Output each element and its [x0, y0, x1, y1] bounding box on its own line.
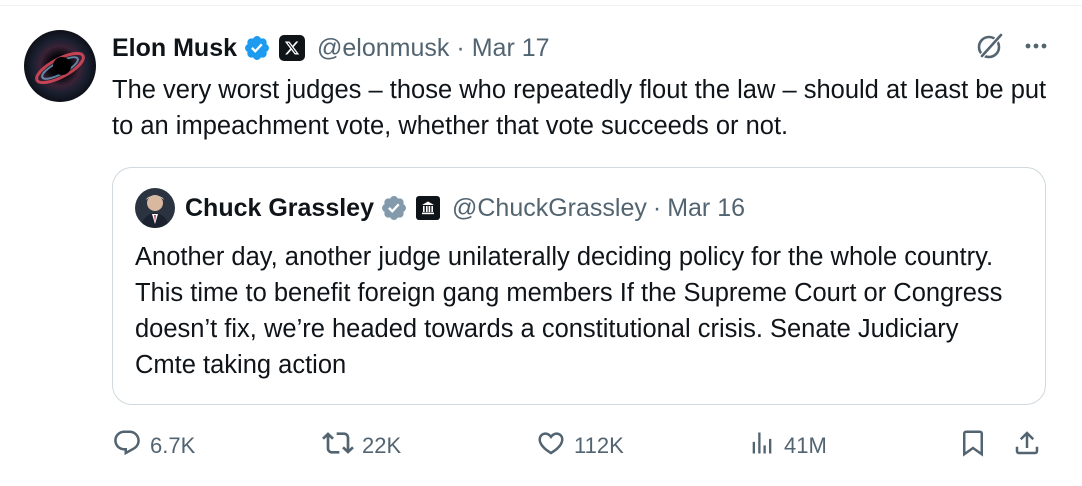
separator-dot: ·: [456, 33, 465, 62]
like-count: 112K: [574, 433, 624, 458]
quoted-date: Mar 16: [667, 193, 746, 222]
tweet-date[interactable]: Mar 17: [472, 34, 550, 63]
views-button[interactable]: 41M: [748, 426, 827, 466]
reply-button[interactable]: 6.7K: [112, 426, 195, 466]
more-icon[interactable]: [1022, 32, 1050, 60]
views-count: 41M: [784, 433, 827, 458]
reply-count: 6.7K: [150, 433, 196, 458]
x-affiliate-icon: [279, 35, 306, 61]
quoted-tweet[interactable]: Chuck Grassley @ChuckGrassley · Mar 16 A…: [112, 167, 1046, 405]
like-icon: [536, 428, 566, 464]
quoted-avatar: [135, 188, 175, 228]
like-button[interactable]: 112K: [536, 426, 624, 466]
author-handle[interactable]: @elonmusk: [317, 34, 449, 63]
bookmark-button[interactable]: [958, 426, 988, 466]
gray-verified-badge-icon: [380, 194, 408, 222]
verified-badge-icon: [243, 34, 271, 62]
quoted-header: Chuck Grassley @ChuckGrassley · Mar 16: [135, 188, 745, 228]
government-building-icon: [416, 196, 440, 220]
quoted-author-name[interactable]: Chuck Grassley: [185, 194, 374, 223]
tweet-header: Elon Musk @elonmusk · Mar 17: [112, 30, 550, 66]
grok-icon[interactable]: [976, 32, 1004, 60]
tweet-text: The very worst judges – those who repeat…: [112, 76, 1047, 140]
repost-icon: [322, 427, 354, 465]
action-bar: 6.7K 22K 112K 41M: [112, 426, 1046, 466]
bookmark-icon: [958, 428, 988, 464]
reply-icon: [112, 428, 142, 464]
quoted-author-handle[interactable]: @ChuckGrassley: [452, 194, 647, 223]
top-actions: [976, 32, 1050, 60]
views-icon: [748, 428, 776, 464]
share-icon: [1012, 428, 1042, 464]
repost-button[interactable]: 22K: [322, 426, 401, 466]
share-button[interactable]: [1012, 426, 1042, 466]
quoted-separator-dot: ·: [652, 193, 662, 222]
repost-count: 22K: [362, 433, 402, 458]
author-name[interactable]: Elon Musk: [112, 34, 237, 63]
avatar[interactable]: [24, 30, 96, 102]
quoted-text: Another day, another judge unilaterally …: [135, 243, 1003, 379]
tweet[interactable]: Elon Musk @elonmusk · Mar 17 The very wo…: [0, 0, 1082, 486]
